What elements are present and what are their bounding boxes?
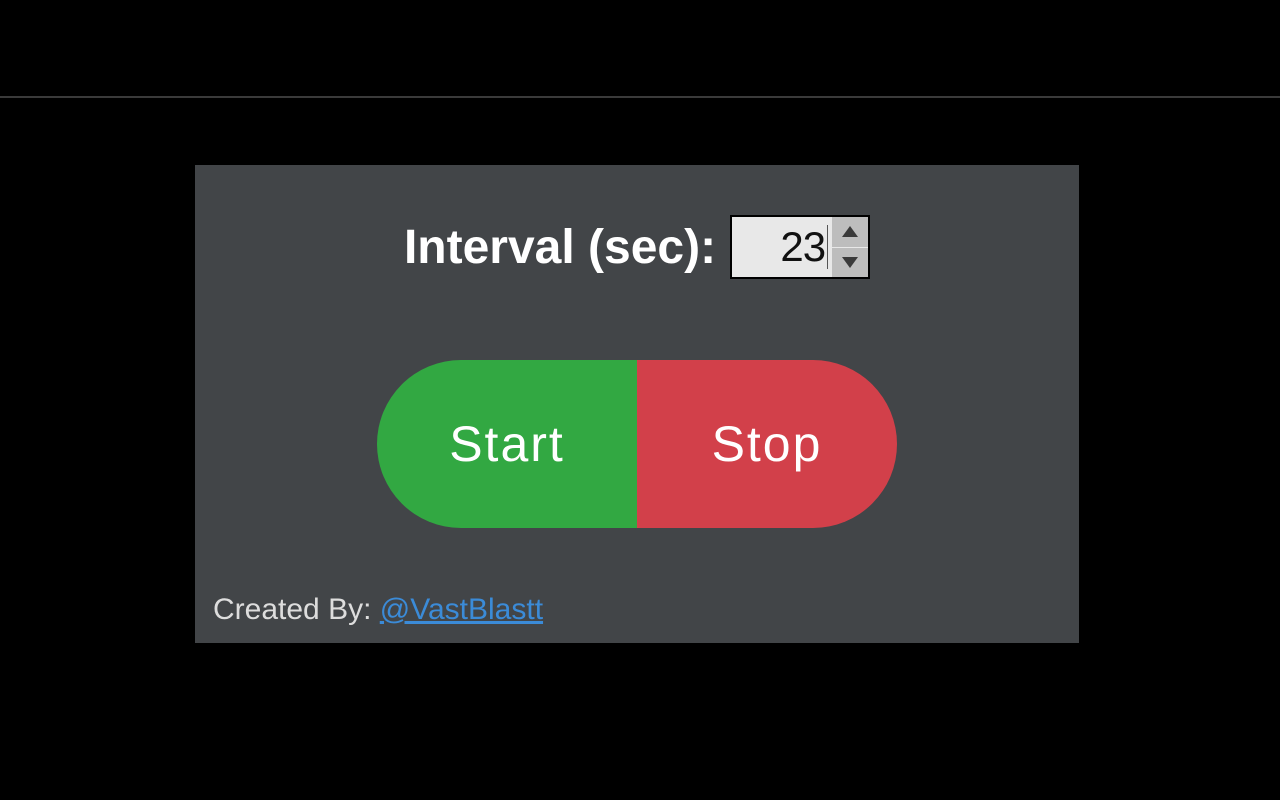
interval-input[interactable]: 23 xyxy=(732,217,832,277)
start-stop-pill: Start Stop xyxy=(377,360,897,528)
chevron-up-icon xyxy=(842,226,858,237)
chevron-down-icon xyxy=(842,257,858,268)
credits-prefix: Created By: xyxy=(213,593,380,626)
step-up-button[interactable] xyxy=(832,217,868,248)
interval-row: Interval (sec): 23 xyxy=(195,215,1079,279)
start-button[interactable]: Start xyxy=(377,360,637,528)
credits-line: Created By: @VastBlastt xyxy=(213,593,543,627)
step-down-button[interactable] xyxy=(832,248,868,278)
author-link[interactable]: @VastBlastt xyxy=(380,593,543,626)
text-caret xyxy=(827,225,828,269)
interval-label: Interval (sec): xyxy=(404,220,716,275)
stop-button[interactable]: Stop xyxy=(637,360,897,528)
interval-value: 23 xyxy=(780,223,825,271)
stepper-buttons xyxy=(832,217,868,277)
interval-stepper[interactable]: 23 xyxy=(730,215,870,279)
control-panel: Interval (sec): 23 Start Stop Created By… xyxy=(195,165,1079,643)
top-divider xyxy=(0,96,1280,98)
